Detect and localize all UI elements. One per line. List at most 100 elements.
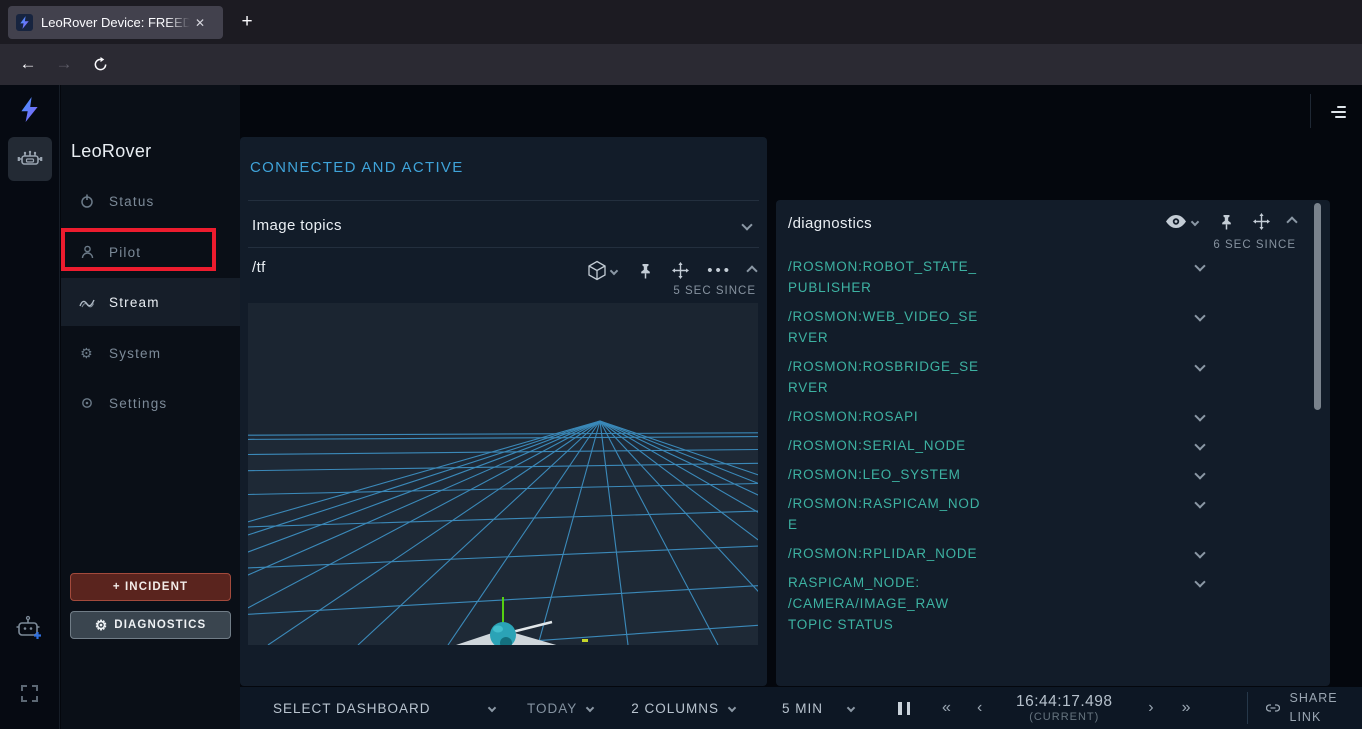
browser-tab-bar: LeoRover Device: FREEDO ✕ + bbox=[0, 0, 1362, 44]
eye-icon[interactable] bbox=[1165, 214, 1187, 229]
divider bbox=[248, 200, 759, 201]
left-widgets-panel: CONNECTED AND ACTIVE Image topics /tf ••… bbox=[240, 137, 767, 686]
chevron-down-icon bbox=[847, 704, 855, 712]
browser-tab[interactable]: LeoRover Device: FREEDO ✕ bbox=[8, 6, 223, 39]
diagnostic-topic-row[interactable]: /ROSMON:LEO_SYSTEM bbox=[788, 460, 1288, 489]
sidebar-item-label: System bbox=[109, 346, 161, 361]
diagnostic-topic-row[interactable]: /ROSMON:WEB_VIDEO_SERVER bbox=[788, 302, 1288, 352]
add-device-robot-icon[interactable] bbox=[15, 615, 43, 641]
sidebar-item-label: Status bbox=[109, 194, 154, 209]
chevron-down-icon[interactable] bbox=[1194, 576, 1205, 587]
pin-icon[interactable] bbox=[639, 263, 652, 279]
sidebar-item-settings[interactable]: Settings bbox=[61, 379, 240, 427]
tab-favicon-lightning-icon bbox=[16, 14, 33, 31]
sidebar-item-status[interactable]: Status bbox=[61, 177, 240, 225]
move-icon[interactable] bbox=[672, 262, 689, 279]
step-forward-button[interactable]: › bbox=[1148, 699, 1153, 717]
back-button[interactable]: ← bbox=[12, 48, 44, 80]
device-tile-rover-icon[interactable] bbox=[8, 137, 52, 181]
tab-close-icon[interactable]: ✕ bbox=[195, 16, 205, 30]
diagnostic-topic-row[interactable]: /ROSMON:ROSAPI bbox=[788, 402, 1288, 431]
scrollbar[interactable] bbox=[1314, 203, 1321, 410]
fullscreen-icon[interactable] bbox=[21, 685, 38, 702]
step-back-button[interactable]: ‹ bbox=[977, 699, 982, 717]
chevron-down-icon[interactable] bbox=[1191, 217, 1199, 225]
more-options-icon[interactable]: ••• bbox=[707, 262, 732, 279]
chevron-down-icon bbox=[488, 704, 496, 712]
chevron-down-icon[interactable] bbox=[1194, 360, 1205, 371]
chevron-down-icon[interactable] bbox=[741, 219, 752, 230]
gears-icon: ⚙ bbox=[95, 617, 108, 634]
diagnostic-topic-row[interactable]: /ROSMON:SERIAL_NODE bbox=[788, 431, 1288, 460]
image-topics-dropdown[interactable]: Image topics bbox=[252, 217, 342, 234]
time-note: (CURRENT) bbox=[1004, 711, 1124, 724]
settings-icon bbox=[79, 397, 95, 409]
connection-status: CONNECTED AND ACTIVE bbox=[250, 159, 464, 176]
tf-widget-title: /tf bbox=[252, 259, 266, 276]
chevron-down-icon[interactable] bbox=[1194, 547, 1205, 558]
diagnostic-topic-row[interactable]: /ROSMON:RASPICAM_NODE bbox=[788, 489, 1288, 539]
diagnostic-topic-row[interactable]: RASPICAM_NODE: /CAMERA/IMAGE_RAW TOPIC S… bbox=[788, 568, 1288, 639]
chevron-down-icon[interactable] bbox=[1194, 497, 1205, 508]
diagnostic-topic-row[interactable]: /ROSMON:RPLIDAR_NODE bbox=[788, 539, 1288, 568]
move-icon[interactable] bbox=[1253, 213, 1270, 230]
playback-time: 16:44:17.498 (CURRENT) bbox=[1004, 693, 1124, 723]
divider bbox=[1247, 692, 1248, 724]
device-sidebar: LeoRover Status Pilot Stream ⚙ System bbox=[61, 85, 240, 729]
chevron-down-icon[interactable] bbox=[1194, 468, 1205, 479]
incident-button[interactable]: + INCIDENT bbox=[70, 573, 231, 601]
sidebar-item-label: Settings bbox=[109, 396, 167, 411]
pin-icon[interactable] bbox=[1220, 214, 1233, 230]
chevron-up-icon[interactable] bbox=[1286, 216, 1297, 227]
diagnostic-topic-row[interactable]: /ROSMON:ROSBRIDGE_SERVER bbox=[788, 352, 1288, 402]
sidebar-item-system[interactable]: ⚙ System bbox=[61, 329, 240, 377]
reload-button[interactable] bbox=[84, 48, 116, 80]
annotation-highlight-pilot bbox=[61, 228, 216, 271]
chevron-down-icon[interactable] bbox=[1194, 410, 1205, 421]
divider bbox=[248, 247, 759, 248]
app-window: LeoRover Status Pilot Stream ⚙ System bbox=[0, 85, 1362, 729]
browser-toolbar: ← → https://app.freedomrobotics.ai/?__hs… bbox=[0, 44, 1362, 85]
tf-since-label: 5 SEC SINCE bbox=[673, 285, 756, 297]
date-range-dropdown[interactable]: TODAY bbox=[527, 701, 593, 716]
tf-3d-viewport[interactable] bbox=[248, 303, 758, 645]
diagnostics-since-label: 6 SEC SINCE bbox=[1213, 239, 1296, 251]
layout-list-icon[interactable] bbox=[1322, 103, 1346, 121]
gear-icon: ⚙ bbox=[79, 345, 95, 362]
diagnostics-topic-list: /ROSMON:ROBOT_STATE_PUBLISHER /ROSMON:WE… bbox=[788, 252, 1288, 639]
chevron-down-icon[interactable] bbox=[1194, 310, 1205, 321]
power-status-icon bbox=[79, 194, 95, 208]
chevron-down-icon bbox=[728, 704, 736, 712]
sidebar-item-label: Stream bbox=[109, 295, 160, 310]
chevron-down-icon[interactable] bbox=[1194, 260, 1205, 271]
diagnostics-button[interactable]: ⚙ DIAGNOSTICS bbox=[70, 611, 231, 639]
skip-to-start-button[interactable]: « bbox=[942, 699, 951, 717]
current-time: 16:44:17.498 bbox=[1004, 693, 1124, 711]
diagnostics-widget-title: /diagnostics bbox=[788, 215, 872, 232]
chevron-up-icon[interactable] bbox=[746, 265, 757, 276]
new-tab-button[interactable]: + bbox=[233, 8, 261, 36]
tab-title: LeoRover Device: FREEDO bbox=[41, 15, 193, 30]
share-link-button[interactable]: SHARELINK bbox=[1266, 689, 1338, 727]
stream-waves-icon bbox=[79, 296, 95, 308]
pause-button[interactable] bbox=[898, 702, 910, 715]
diagnostic-topic-row[interactable]: /ROSMON:ROBOT_STATE_PUBLISHER bbox=[788, 252, 1288, 302]
divider bbox=[1310, 94, 1311, 128]
freedom-logo-lightning-icon[interactable] bbox=[19, 97, 40, 122]
dashboard-bottom-bar: SELECT DASHBOARD TODAY 2 COLUMNS 5 MIN «… bbox=[240, 687, 1362, 729]
diagnostics-panel: /diagnostics 6 SEC SINCE /ROSMON:ROBOT_S… bbox=[776, 200, 1330, 686]
chevron-down-icon[interactable] bbox=[610, 266, 618, 274]
chevron-down-icon[interactable] bbox=[1194, 439, 1205, 450]
sidebar-item-stream[interactable]: Stream bbox=[61, 278, 240, 326]
robot-model bbox=[444, 597, 588, 645]
app-rail bbox=[0, 85, 60, 729]
chevron-down-icon bbox=[586, 704, 594, 712]
link-icon bbox=[1266, 704, 1280, 712]
device-name: LeoRover bbox=[71, 141, 151, 162]
columns-dropdown[interactable]: 2 COLUMNS bbox=[631, 701, 735, 716]
time-window-dropdown[interactable]: 5 MIN bbox=[782, 701, 854, 716]
render-3d-cube-icon[interactable] bbox=[587, 260, 607, 281]
skip-to-end-button[interactable]: » bbox=[1182, 699, 1191, 717]
select-dashboard-dropdown[interactable]: SELECT DASHBOARD bbox=[273, 701, 495, 716]
forward-button: → bbox=[48, 48, 80, 80]
